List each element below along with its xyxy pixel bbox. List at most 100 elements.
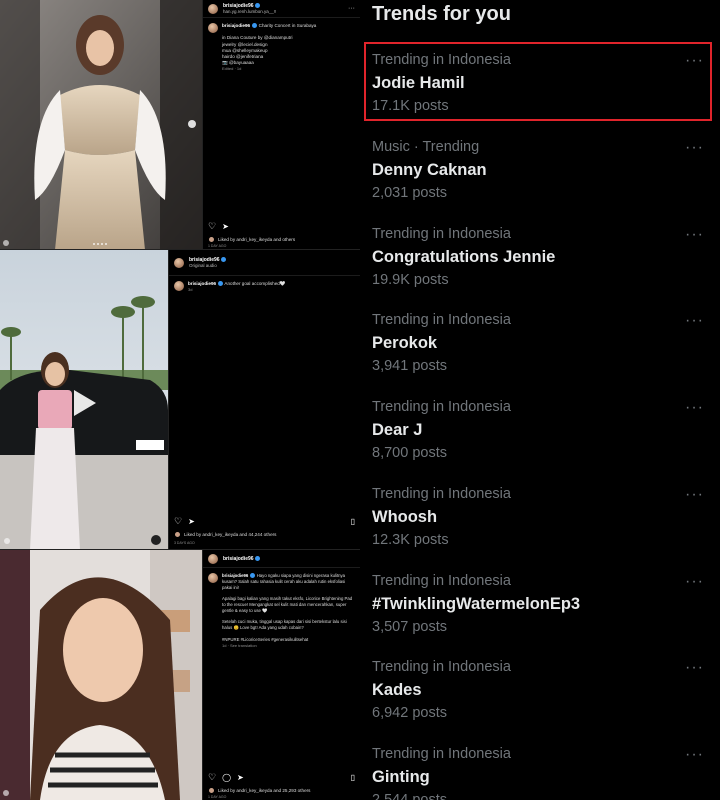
avatar[interactable] <box>208 573 218 583</box>
caption-line: Setelah cuci muka, tinggal usap kapas da… <box>222 619 347 631</box>
more-options-icon[interactable]: ··· <box>685 659 704 677</box>
trend-context: Trending in Indonesia <box>372 659 511 675</box>
avatar[interactable] <box>174 257 184 268</box>
username[interactable]: brisiajodie96 <box>223 556 260 562</box>
more-options-icon[interactable]: ··· <box>685 486 704 504</box>
heart-icon[interactable]: ♡ <box>208 773 216 782</box>
caption-text: Charity Concert in Surabaya <box>258 23 317 28</box>
likes-summary[interactable]: Liked by andri_key_ikeyda and 44,244 oth… <box>174 531 276 538</box>
trend-post-count: 19.9K posts <box>372 272 449 288</box>
liker-avatar <box>208 236 215 243</box>
ig-post-1: brisiajodie96 han.yg.renh.lumbon.ya__!! … <box>0 0 360 250</box>
trend-context: Trending in Indonesia <box>372 226 511 242</box>
action-bar: ♡ ➤ <box>203 222 360 232</box>
bookmark-icon[interactable]: ▯ <box>351 773 355 782</box>
avatar[interactable] <box>174 281 184 291</box>
trend-context: Trending in Indonesia <box>372 486 511 502</box>
trend-name: Perokok <box>372 334 438 352</box>
trend-item[interactable]: Trending in Indonesia #TwinklingWatermel… <box>360 565 720 651</box>
more-options-icon[interactable]: ··· <box>348 5 355 12</box>
more-options-icon[interactable]: ··· <box>685 312 704 330</box>
caption: brisiajodie96 Another goal accomplished🤍… <box>169 276 360 298</box>
caption-line: Apalagi bagi kalian yang masih takut eks… <box>222 596 353 613</box>
verified-icon <box>218 281 224 287</box>
caption-username[interactable]: brisiajodie96 <box>188 281 216 286</box>
likes-summary[interactable]: Liked by andri_key_ikeyda and 25,293 oth… <box>208 787 310 794</box>
post-side: brisiajodie96 han.yg.renh.lumbon.ya__!! … <box>202 0 360 249</box>
trend-context: Trending in Indonesia <box>372 312 511 328</box>
post-header: brisiajodie96 han.yg.renh.lumbon.ya__!! … <box>203 0 360 18</box>
ig-post-3: brisiajodie96 brisiajodie96 Hayo ngaku s… <box>0 550 360 800</box>
post-header: brisiajodie96 Original audio <box>169 250 360 276</box>
trend-item[interactable]: Trending in Indonesia Ginting 2,544 post… <box>360 738 720 800</box>
trend-post-count: 6,942 posts <box>372 705 447 721</box>
more-options-icon[interactable]: ··· <box>685 399 704 417</box>
caption-line: 📷 @bayuaaaa <box>222 60 254 66</box>
trend-item[interactable]: Trending in Indonesia Dear J 8,700 posts… <box>360 391 720 477</box>
caption-username[interactable]: brisiajodie96 <box>222 23 250 28</box>
more-options-icon[interactable]: ··· <box>685 746 704 764</box>
ig-post-2: brisiajodie96 Original audio brisiajodie… <box>0 250 360 550</box>
comment-icon[interactable]: ◯ <box>222 773 231 782</box>
caption-username[interactable]: brisiajodie96 <box>222 573 248 578</box>
verified-icon <box>220 257 226 263</box>
liker-avatar <box>208 787 215 794</box>
post-photo[interactable] <box>0 550 202 800</box>
trend-item[interactable]: Trending in Indonesia Congratulations Je… <box>360 218 720 304</box>
post-side: brisiajodie96 brisiajodie96 Hayo ngaku s… <box>202 550 360 800</box>
trend-item[interactable]: Trending in Indonesia Kades 6,942 posts … <box>360 651 720 737</box>
trend-post-count: 3,507 posts <box>372 619 447 635</box>
action-bar: ♡ ➤ ▯ <box>169 517 360 527</box>
trend-context: Trending in Indonesia <box>372 399 511 415</box>
caption: brisiajodie96 Hayo ngaku siapa yang disi… <box>203 568 360 653</box>
trend-post-count: 3,941 posts <box>372 358 447 374</box>
trend-post-count: 8,700 posts <box>372 445 447 461</box>
liker-avatar <box>174 531 181 538</box>
heart-icon[interactable]: ♡ <box>208 222 216 231</box>
avatar[interactable] <box>208 553 218 564</box>
verified-icon <box>254 555 260 561</box>
trend-name: Ginting <box>372 768 430 786</box>
post-photo[interactable] <box>0 0 202 249</box>
trend-post-count: 2,544 posts <box>372 792 447 800</box>
trend-name: Kades <box>372 681 422 699</box>
trend-name: Denny Caknan <box>372 161 487 179</box>
subtitle: han.yg.renh.lumbon.ya__!! <box>223 9 277 14</box>
share-icon[interactable]: ➤ <box>237 773 244 782</box>
subtitle: Original audio <box>189 263 217 268</box>
avatar[interactable] <box>208 3 218 14</box>
trends-heading: Trends for you <box>372 3 511 25</box>
caption-line: mua @shelleymakeup <box>222 47 268 53</box>
post-time: 1 DAY AGO <box>208 244 227 248</box>
caption-hashtags[interactable]: #NPURE #LicoriceSeries #generasikulitseh… <box>222 637 308 642</box>
caption-text: Another goal accomplished🤍 <box>224 281 286 286</box>
trend-name: Congratulations Jennie <box>372 248 556 266</box>
trend-context: Music · Trending <box>372 139 480 155</box>
more-options-icon[interactable]: ··· <box>685 226 704 244</box>
more-options-icon[interactable]: ··· <box>685 573 704 591</box>
trend-post-count: 12.3K posts <box>372 532 449 548</box>
highlight-box <box>364 42 712 121</box>
bookmark-icon[interactable]: ▯ <box>351 517 355 526</box>
verified-icon <box>252 23 258 29</box>
likes-summary[interactable]: Liked by andri_key_ikeyda and others <box>208 236 295 243</box>
caption-line: hairdo @jenifetriana <box>222 54 264 60</box>
post-time: 3 DAYS AGO <box>174 541 195 545</box>
post-video[interactable] <box>0 250 168 549</box>
post-meta: 1d · See translation <box>222 642 257 648</box>
trend-item[interactable]: Music · Trending Denny Caknan 2,031 post… <box>360 131 720 217</box>
caption-line: jewelry @leciel.design <box>222 41 268 47</box>
share-icon[interactable]: ➤ <box>188 517 195 526</box>
more-options-icon[interactable]: ··· <box>685 139 704 157</box>
heart-icon[interactable]: ♡ <box>174 517 182 526</box>
verified-icon <box>254 3 260 9</box>
trend-item[interactable]: Trending in Indonesia Perokok 3,941 post… <box>360 304 720 390</box>
caption: brisiajodie96 Charity Concert in Surabay… <box>203 18 360 78</box>
trends-panel: Trends for you Trending in Indonesia Jod… <box>360 0 720 800</box>
trend-item[interactable]: Trending in Indonesia Whoosh 12.3K posts… <box>360 478 720 564</box>
instagram-collage: brisiajodie96 han.yg.renh.lumbon.ya__!! … <box>0 0 360 800</box>
verified-icon <box>250 573 256 579</box>
trend-name: #TwinklingWatermelonEp3 <box>372 595 581 613</box>
share-icon[interactable]: ➤ <box>222 222 229 231</box>
avatar[interactable] <box>208 23 218 33</box>
